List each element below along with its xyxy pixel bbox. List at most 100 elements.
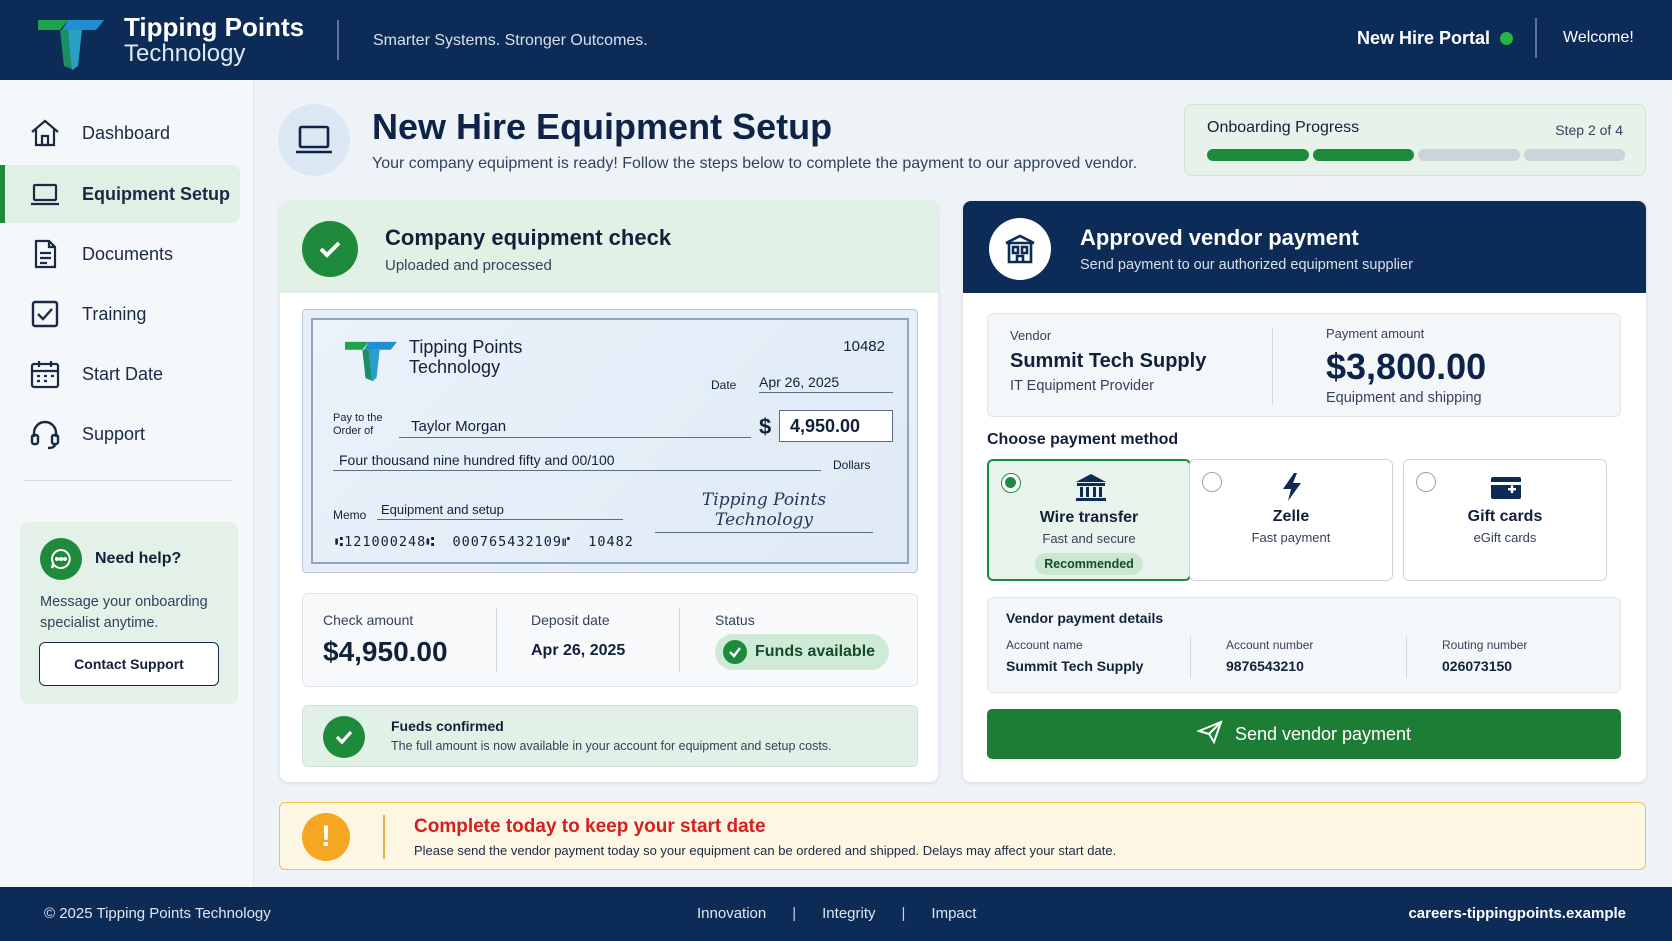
warning-text: Please send the vendor payment today so … — [414, 843, 1117, 858]
send-vendor-payment-button[interactable]: Send vendor payment — [987, 709, 1621, 759]
routing-number-col: Routing number 026073150 — [1442, 638, 1527, 674]
footer-link-integrity[interactable]: Integrity — [822, 905, 875, 922]
status-value: Funds available — [755, 643, 876, 660]
footer-url[interactable]: careers-tippingpoints.example — [1408, 905, 1626, 922]
footer: © 2025 Tipping Points Technology Innovat… — [0, 887, 1672, 941]
progress-segment — [1418, 149, 1520, 161]
warning-divider — [383, 815, 385, 859]
cheque-brand-line-1: Tipping Points — [409, 337, 523, 357]
footer-separator: | — [901, 905, 906, 922]
footer-link-innovation[interactable]: Innovation — [697, 905, 766, 922]
payment-method-label: Choose payment method — [987, 431, 1179, 448]
account-number-col: Account number 9876543210 — [1226, 638, 1313, 674]
account-number-label: Account number — [1226, 638, 1314, 652]
payment-method-desc: Fast and secure — [1042, 531, 1136, 546]
cheque-dollars-label: Dollars — [833, 458, 871, 472]
payment-amount-value: $3,800.00 — [1326, 346, 1487, 387]
header-divider — [337, 20, 339, 60]
summary-divider — [496, 608, 497, 672]
funds-confirmed-banner: Fueds confirmed The full amount is now a… — [302, 705, 918, 767]
cheque-brand-line-2: Technology — [409, 356, 501, 377]
funds-confirmed-text: The full amount is now available in your… — [391, 739, 832, 753]
bank-icon — [1073, 471, 1109, 505]
cheque-signature: Tipping Points Technology — [655, 490, 873, 533]
sidebar-item-dashboard[interactable]: Dashboard — [0, 104, 240, 162]
cheque-memo: Equipment and setup — [377, 502, 623, 520]
radio-button[interactable] — [1416, 472, 1436, 492]
progress-segment — [1207, 149, 1309, 161]
cheque-currency: $ — [759, 414, 772, 439]
onboarding-progress: Onboarding Progress Step 2 of 4 — [1184, 104, 1646, 176]
cheque-amount-words: Four thousand nine hundred fifty and 00/… — [333, 452, 821, 471]
help-title: Need help? — [95, 550, 182, 567]
check-amount-label: Check amount — [323, 612, 414, 628]
status-badge: Funds available — [715, 634, 890, 670]
brand-line-2: Technology — [124, 40, 246, 68]
sidebar: Dashboard Equipment Setup Documents Trai… — [0, 80, 254, 887]
cheque-memo-label: Memo — [333, 508, 367, 522]
equipment-check-header: Company equipment check Uploaded and pro… — [280, 201, 938, 293]
footer-separator: | — [792, 905, 797, 922]
details-divider — [1406, 636, 1407, 678]
check-amount-col: Check amount $4,950.00 — [323, 612, 448, 668]
help-text: Message your onboarding specialist anyti… — [40, 594, 208, 632]
payment-method-desc: eGift cards — [1473, 530, 1537, 545]
cheque-pay-label: Pay to the Order of — [333, 412, 383, 438]
brand-name: Tipping Points Technology — [124, 13, 304, 68]
sidebar-item-training[interactable]: Training — [0, 285, 240, 343]
check-summary: Check amount $4,950.00 Deposit date Apr … — [302, 593, 918, 687]
cheque-micr-line: ⑆121000248⑆ 000765432109⑈ 10482 — [335, 534, 634, 550]
radio-button[interactable] — [1202, 472, 1222, 492]
sidebar-item-label: Documents — [82, 243, 174, 264]
sidebar-item-documents[interactable]: Documents — [0, 225, 240, 283]
help-card: Need help? Message your onboarding speci… — [20, 522, 238, 704]
vendor-payment-card: Approved vendor payment Send payment to … — [963, 201, 1646, 782]
document-icon — [28, 237, 62, 271]
check-amount-value: $4,950.00 — [323, 636, 448, 667]
cheque-amount: 4,950.00 — [779, 410, 893, 442]
payment-method-wire-transfer[interactable]: Wire transfer Fast and secure Recommende… — [987, 459, 1191, 581]
sidebar-item-label: Dashboard — [82, 122, 171, 143]
warning-title: Complete today to keep your start date — [414, 816, 766, 837]
sidebar-item-label: Start Date — [82, 363, 164, 384]
cheque-date: Apr 26, 2025 — [759, 374, 893, 393]
company-logo — [38, 20, 104, 70]
footer-links: Innovation | Integrity | Impact — [697, 905, 976, 922]
sidebar-item-start-date[interactable]: Start Date — [0, 345, 240, 403]
progress-segment — [1312, 149, 1414, 161]
vendor-summary: Vendor Summit Tech Supply IT Equipment P… — [987, 313, 1621, 417]
radio-button[interactable] — [1001, 473, 1021, 493]
account-name-label: Account name — [1006, 638, 1083, 652]
footer-copyright: © 2025 Tipping Points Technology — [44, 905, 271, 922]
equipment-check-card: Company equipment check Uploaded and pro… — [280, 201, 938, 782]
account-name-value: Summit Tech Supply — [1006, 658, 1144, 674]
status-label: Status — [715, 612, 755, 628]
laptop-icon — [278, 104, 350, 176]
progress-segment — [1523, 149, 1625, 161]
routing-number-value: 026073150 — [1442, 658, 1513, 674]
equipment-check-subtitle: Uploaded and processed — [385, 257, 552, 274]
cheque-body: Tipping Points Technology 10482 Date Apr… — [311, 318, 909, 564]
contact-support-button[interactable]: Contact Support — [39, 642, 219, 686]
company-logo — [345, 341, 397, 382]
welcome-link[interactable]: Welcome! — [1563, 29, 1634, 47]
vendor-payment-header: Approved vendor payment Send payment to … — [963, 201, 1646, 293]
payment-method-zelle[interactable]: Zelle Fast payment — [1189, 459, 1393, 581]
calendar-icon — [28, 357, 62, 391]
sidebar-item-support[interactable]: Support — [0, 405, 240, 463]
store-icon — [989, 218, 1051, 280]
vendor-name: Summit Tech Supply — [1010, 350, 1207, 372]
cheque-pay-label-1: Pay to the — [333, 412, 383, 424]
laptop-icon — [28, 177, 62, 211]
vendor-label: Vendor — [1010, 328, 1052, 343]
deposit-date-value: Apr 26, 2025 — [531, 642, 626, 659]
send-icon — [1195, 719, 1223, 749]
cheque-payee: Taylor Morgan — [399, 418, 751, 438]
portal-status: New Hire Portal — [1357, 28, 1514, 49]
routing-number-label: Routing number — [1442, 638, 1528, 652]
footer-link-impact[interactable]: Impact — [931, 905, 976, 922]
payment-method-gift-cards[interactable]: Gift cards eGift cards — [1403, 459, 1607, 581]
gift-card-icon — [1488, 470, 1524, 504]
deposit-date-label: Deposit date — [531, 612, 610, 628]
sidebar-item-equipment-setup[interactable]: Equipment Setup — [0, 165, 240, 223]
